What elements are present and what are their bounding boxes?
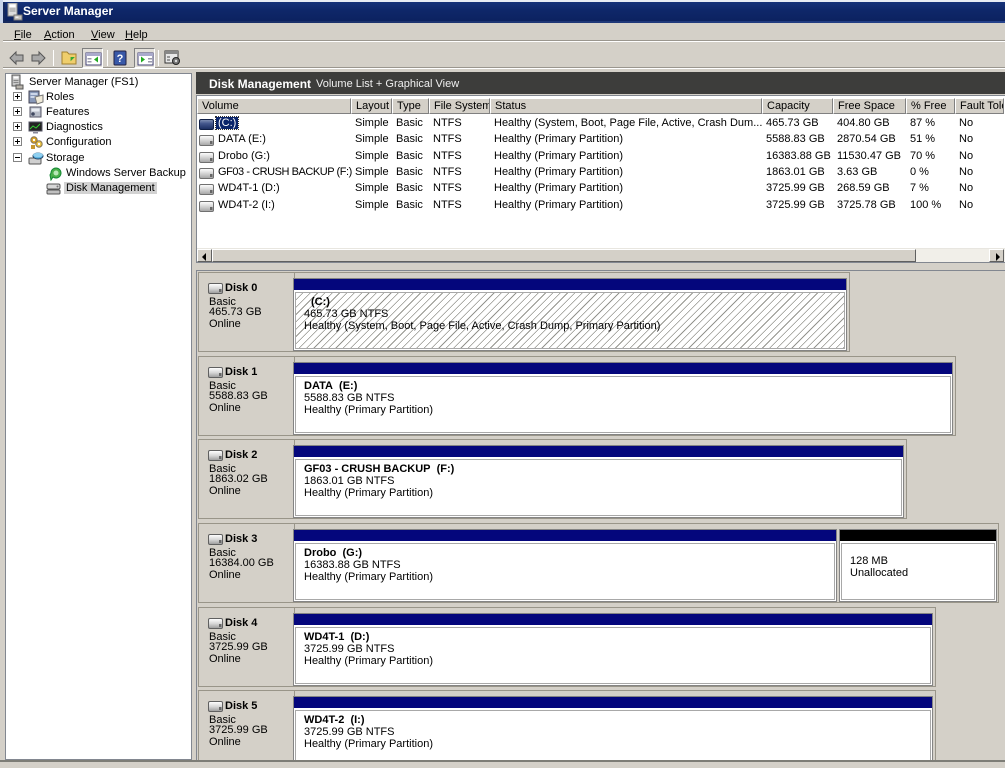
svg-text:?: ? [117,53,124,65]
